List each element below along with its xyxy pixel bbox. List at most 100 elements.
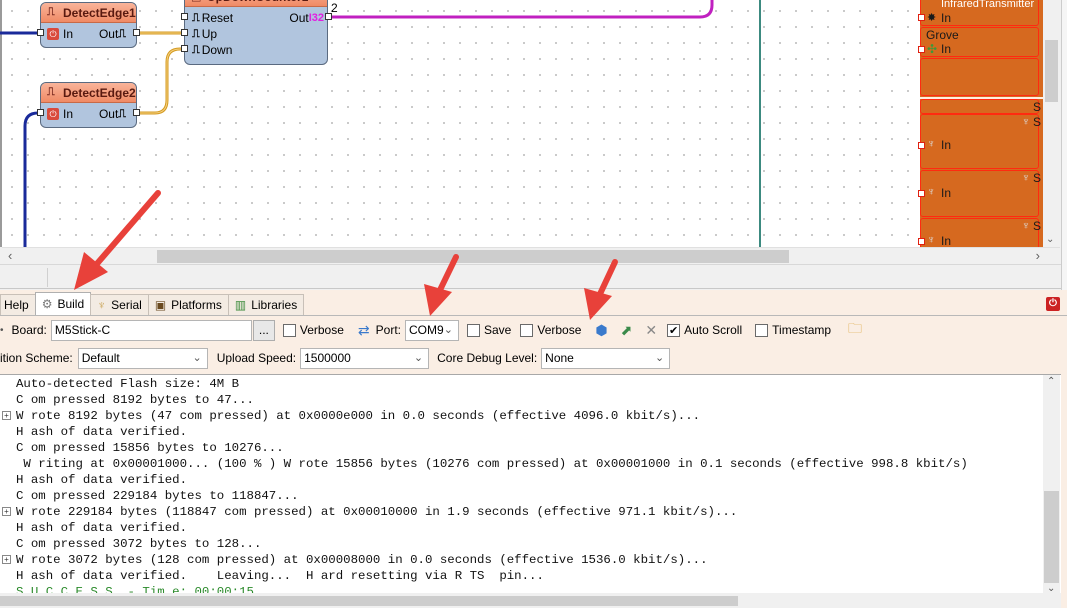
component-detect-edge-2[interactable]: ⎍ DetectEdge2 ⏻ In Out ⎍	[40, 82, 137, 128]
auto-scroll-checkbox[interactable]: ✔	[667, 323, 681, 337]
plug-icon: ♆	[1021, 220, 1030, 232]
log-vertical-scrollbar[interactable]: ⌃ ⌄	[1043, 375, 1060, 593]
pin-connector[interactable]	[918, 14, 925, 21]
chip-icon: ▣	[154, 298, 167, 312]
compile-upload-icon[interactable]: ⬈	[621, 322, 633, 339]
counter-icon: ▤	[191, 0, 201, 3]
input-pin-down[interactable]: ⎍ Down	[192, 42, 232, 58]
tab-libraries[interactable]: ▥ Libraries	[227, 294, 305, 315]
palette-block-infrared[interactable]: InfraredTransmitter ✸ In	[920, 0, 1039, 26]
canvas-horizontal-scrollbar[interactable]: ‹ ›	[2, 247, 1060, 264]
wire-blue-2	[23, 111, 40, 247]
pin-connector[interactable]	[37, 109, 44, 116]
board-boundary-line	[759, 0, 761, 247]
output-pin-out[interactable]: Out I32	[289, 10, 324, 26]
verbose-label: Verbose	[299, 323, 344, 337]
build-toolbar-row-2: ition Scheme: Default ⌄ Upload Speed: 15…	[0, 346, 671, 370]
open-folder-icon[interactable]: 🗀	[848, 318, 862, 342]
input-pin-up[interactable]: ⎍ Up	[192, 26, 217, 42]
tab-platforms[interactable]: ▣ Platforms	[147, 294, 229, 315]
verbose-serial-checkbox[interactable]	[520, 323, 534, 337]
port-select[interactable]: COM9 ⌄	[405, 319, 459, 341]
output-pin-out[interactable]: Out ⎍	[99, 26, 128, 42]
board-component-column[interactable]: InfraredTransmitter ✸ In Grove ✣ In S ♆ …	[918, 0, 1043, 247]
chevron-down-icon: ⌄	[654, 351, 665, 364]
status-separator	[47, 268, 48, 287]
palette-block-servo-2[interactable]: ♆ S ♆ In	[920, 170, 1041, 217]
log-horizontal-scrollbar[interactable]	[0, 593, 1061, 608]
scroll-up-icon[interactable]: ⌃	[1047, 376, 1055, 387]
pin-connector[interactable]	[918, 142, 925, 149]
wire-count-label: 2	[331, 1, 338, 15]
save-checkbox[interactable]	[467, 323, 480, 337]
scroll-right-icon[interactable]: ›	[1036, 248, 1040, 263]
component-title: ▤ UpDownCounter1	[185, 0, 327, 7]
gears-icon: ⚙	[41, 297, 53, 311]
scroll-left-icon[interactable]: ‹	[8, 248, 12, 263]
log-line: C om pressed 8192 bytes to 47...	[16, 393, 254, 407]
pin-connector[interactable]	[181, 45, 188, 52]
scrollbar-thumb[interactable]	[157, 250, 789, 263]
log-line: H ash of data verified. Leaving... H ard…	[16, 569, 544, 583]
tabs-divider	[0, 315, 1067, 316]
tab-build[interactable]: ⚙ Build	[34, 292, 92, 315]
pin-connector[interactable]	[133, 29, 140, 36]
diagram-canvas[interactable]: ⎍ DetectEdge1 ⏻ In Out ⎍ ⎍ DetectEdge2 ⏻…	[0, 0, 1043, 247]
wires-layer	[0, 0, 714, 247]
tab-serial[interactable]: ♆ Serial	[90, 294, 149, 315]
serial-ports-icon[interactable]: ⇄	[358, 322, 370, 339]
pin-connector[interactable]	[918, 190, 925, 197]
scrollbar-thumb[interactable]	[1045, 40, 1058, 102]
tab-help[interactable]: Help	[0, 294, 36, 315]
upload-icon[interactable]: ⬢	[595, 322, 607, 339]
verbose-checkbox[interactable]	[282, 323, 296, 337]
verbose-serial-label: Verbose	[537, 323, 582, 337]
palette-block-s[interactable]: S	[920, 99, 1041, 114]
timestamp-checkbox[interactable]	[755, 323, 769, 337]
build-toolbar-row-1: • Board: M5Stick-C ... Verbose ⇄ Port: C…	[0, 318, 862, 342]
palette-block-servo-3[interactable]: ♆ S ♆ In	[920, 218, 1041, 247]
board-input[interactable]: M5Stick-C	[50, 319, 252, 341]
expand-line-icon[interactable]: +	[2, 411, 11, 420]
input-pin-reset[interactable]: ⎍ Reset	[192, 10, 233, 26]
palette-block-grove[interactable]: Grove ✣ In	[920, 27, 1039, 57]
component-title: ⎍ DetectEdge1	[41, 3, 136, 23]
upload-speed-select[interactable]: 1500000 ⌄	[300, 347, 430, 369]
pin-connector[interactable]	[918, 46, 925, 53]
close-panel-button[interactable]: ⏻	[1046, 297, 1060, 311]
power-icon: ⏻	[1049, 298, 1057, 309]
edge-detector-icon: ⎍	[47, 86, 55, 98]
edge-detector-icon: ⎍	[47, 6, 55, 18]
canvas-vertical-scrollbar[interactable]: ⌄	[1043, 0, 1060, 247]
log-line: W rote 229184 bytes (118847 com pressed)…	[16, 505, 738, 519]
board-browse-button[interactable]: ...	[252, 319, 275, 341]
scroll-down-icon[interactable]: ⌄	[1047, 583, 1055, 593]
output-pin-out[interactable]: Out ⎍	[99, 106, 128, 122]
timestamp-label: Timestamp	[772, 323, 832, 337]
core-debug-level-label: Core Debug Level:	[437, 351, 538, 365]
pin-connector[interactable]	[133, 109, 140, 116]
scrollbar-thumb[interactable]	[0, 596, 738, 606]
input-pin-in[interactable]: ⏻ In	[47, 26, 73, 42]
partition-scheme-select[interactable]: Default ⌄	[77, 347, 208, 369]
scrollbar-thumb[interactable]	[1044, 491, 1059, 583]
pin-connector[interactable]	[918, 238, 925, 245]
palette-block-servo-1[interactable]: ♆ S ♆ In	[920, 114, 1041, 169]
pin-connector[interactable]	[181, 29, 188, 36]
status-bar	[0, 264, 1061, 289]
log-line: W riting at 0x00001000... (100 % ) W rot…	[16, 457, 968, 471]
component-detect-edge-1[interactable]: ⎍ DetectEdge1 ⏻ In Out ⎍	[40, 2, 137, 48]
pin-connector[interactable]	[37, 29, 44, 36]
component-up-down-counter[interactable]: ▤ UpDownCounter1 ⎍ Reset ⎍ Up ⎍ Down Out…	[184, 0, 328, 65]
expand-line-icon[interactable]: +	[2, 555, 11, 564]
core-debug-level-select[interactable]: None ⌄	[541, 347, 671, 369]
pin-connector[interactable]	[181, 13, 188, 20]
scroll-down-icon[interactable]: ⌄	[1046, 234, 1054, 245]
input-pin-in[interactable]: ⏻ In	[47, 106, 73, 122]
log-line-success: S U C C E S S - Tim e: 00:00:15	[16, 585, 254, 593]
palette-block-empty[interactable]	[920, 58, 1039, 96]
build-log-output[interactable]: Auto-detected Flash size: 4M B C om press…	[0, 374, 1061, 593]
expand-line-icon[interactable]: +	[2, 507, 11, 516]
clear-icon[interactable]: ✕	[645, 322, 657, 339]
plug-icon: ♆	[927, 138, 936, 150]
